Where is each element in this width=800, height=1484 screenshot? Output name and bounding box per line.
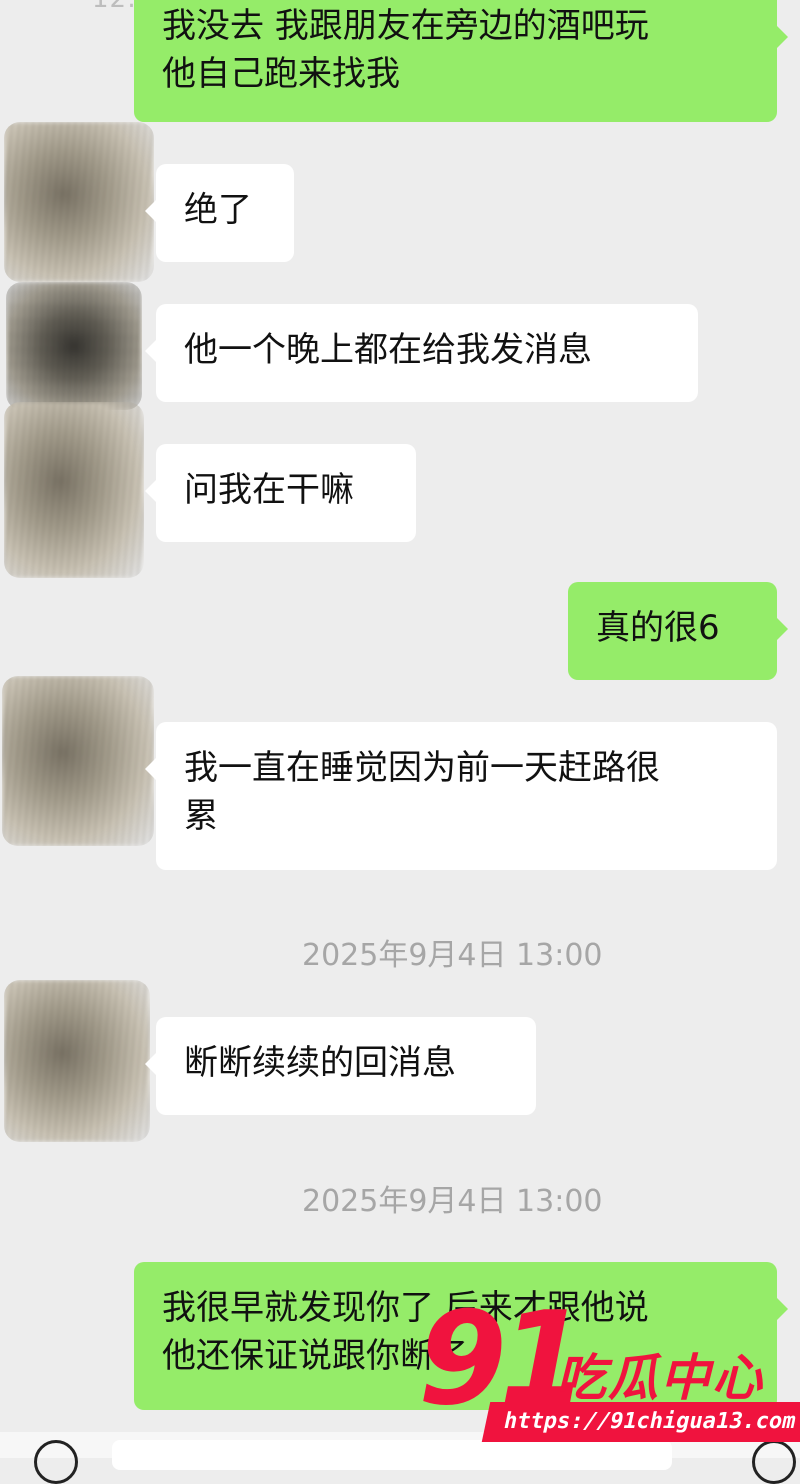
message-bubble-incoming[interactable]: 他一个晚上都在给我发消息 xyxy=(145,304,698,402)
message-bubble-outgoing[interactable]: 真的很6 xyxy=(568,582,788,680)
add-icon[interactable] xyxy=(752,1440,796,1484)
contact-avatar[interactable] xyxy=(4,980,150,1142)
contact-avatar[interactable] xyxy=(6,282,142,410)
message-bubble-incoming[interactable]: 绝了 xyxy=(145,164,294,262)
watermark-logo-text: 吃瓜中心 xyxy=(556,1349,764,1407)
contact-avatar[interactable] xyxy=(4,122,154,282)
contact-avatar[interactable] xyxy=(2,676,154,846)
timestamp: 2025年9月4日 13:00 xyxy=(302,938,603,973)
watermark-url: https://91chigua13.com xyxy=(481,1402,800,1442)
voice-icon[interactable] xyxy=(34,1440,78,1484)
message-bubble-incoming[interactable]: 问我在干嘛 xyxy=(145,444,416,542)
message-bubble-incoming[interactable]: 断断续续的回消息 xyxy=(145,1017,536,1115)
timestamp: 2025年9月4日 13:00 xyxy=(302,1184,603,1219)
message-input[interactable] xyxy=(112,1440,672,1470)
contact-avatar[interactable] xyxy=(4,402,144,578)
message-bubble-outgoing[interactable]: 我没去 我跟朋友在旁边的酒吧玩 他自己跑来找我 xyxy=(134,0,788,122)
message-bubble-incoming[interactable]: 我一直在睡觉因为前一天赶路很 累 xyxy=(145,722,777,870)
